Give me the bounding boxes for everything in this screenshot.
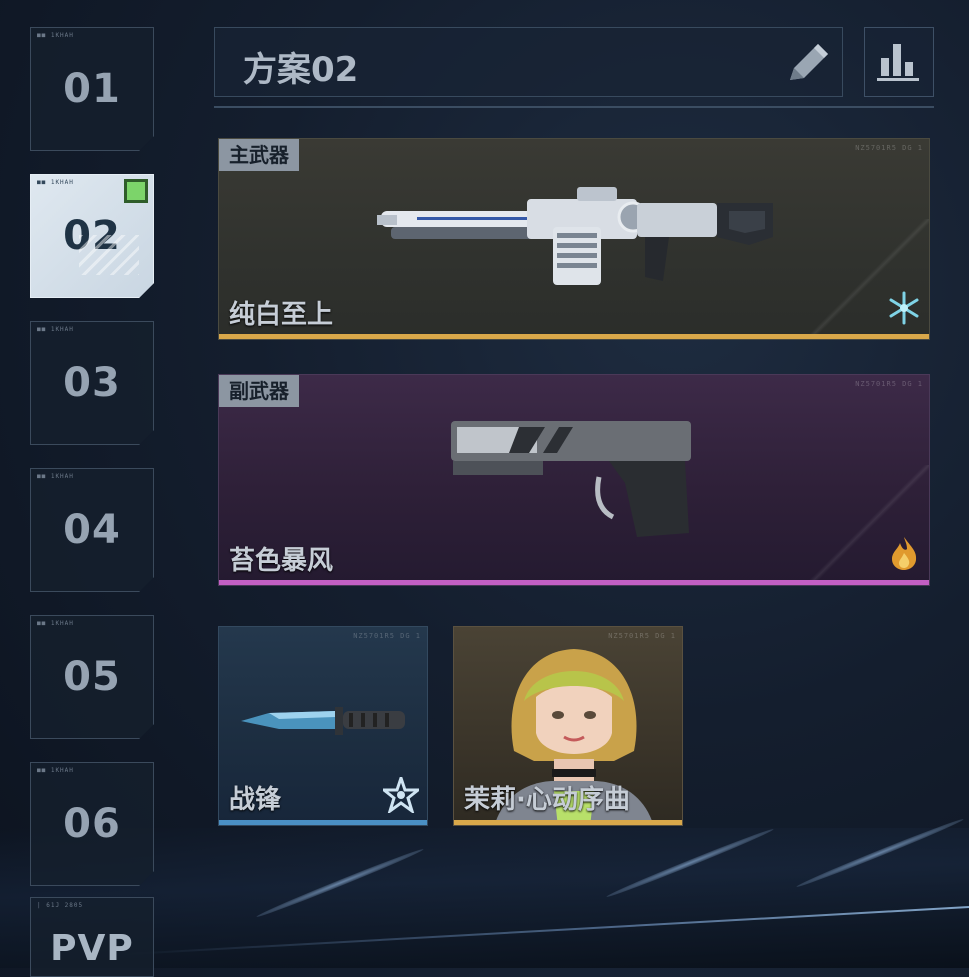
slot-number: PVP (50, 928, 134, 969)
pencil-icon[interactable] (784, 40, 832, 86)
melee-weapon-name: 战锋 (229, 785, 282, 815)
melee-weapon-card[interactable]: NZ5701R5 DG 1 战锋 (218, 626, 428, 826)
slot-number: 04 (63, 507, 121, 553)
secondary-weapon-tab: 副武器 (219, 375, 299, 407)
character-name: 茉莉·心动序曲 (464, 785, 630, 815)
stats-button[interactable] (864, 27, 934, 97)
card-decoration (809, 219, 929, 339)
primary-weapon-image (377, 187, 773, 285)
slot-number: 03 (63, 360, 121, 406)
loadout-name-field[interactable]: 方案02 (214, 27, 843, 97)
card-serial: NZ5701R5 DG 1 (608, 632, 676, 640)
slot-number: 05 (63, 654, 121, 700)
card-decoration (809, 465, 929, 585)
loadout-slot-pvp[interactable]: | 61J 2805 PVP (30, 897, 154, 977)
slot-number: 06 (63, 801, 121, 847)
slot-tag: ■■ 1KHAH (37, 32, 74, 39)
slot-tag: ■■ 1KHAH (37, 179, 74, 186)
bar-chart-icon (877, 44, 919, 81)
slot-tag: ■■ 1KHAH (37, 326, 74, 333)
loadout-slot-03[interactable]: ■■ 1KHAH 03 (30, 321, 154, 445)
secondary-weapon-card[interactable]: 副武器 NZ5701R5 DG 1 苔色暴风 (218, 374, 930, 586)
selected-indicator-icon (124, 179, 148, 203)
melee-weapon-image (241, 707, 405, 735)
card-serial: NZ5701R5 DG 1 (855, 144, 923, 152)
secondary-weapon-image (451, 421, 691, 537)
primary-weapon-tab: 主武器 (219, 139, 299, 171)
slot-tag: | 61J 2805 (37, 902, 84, 909)
primary-weapon-name: 纯白至上 (229, 300, 334, 330)
loadout-slot-04[interactable]: ■■ 1KHAH 04 (30, 468, 154, 592)
rarity-bar (219, 820, 427, 825)
loadout-name: 方案02 (243, 50, 359, 90)
loadout-slot-01[interactable]: ■■ 1KHAH 01 (30, 27, 154, 151)
primary-weapon-card[interactable]: 主武器 NZ5701R5 DG 1 纯白至上 (218, 138, 930, 340)
slot-tag: ■■ 1KHAH (37, 767, 74, 774)
loadout-slot-05[interactable]: ■■ 1KHAH 05 (30, 615, 154, 739)
star-burst-icon (383, 777, 419, 813)
character-card[interactable]: NZ5701R5 DG 1 茉莉·心动序曲 (453, 626, 683, 826)
rarity-bar (219, 580, 929, 585)
loadout-slot-06[interactable]: ■■ 1KHAH 06 (30, 762, 154, 886)
slot-tag: ■■ 1KHAH (37, 620, 74, 627)
slot-number: 01 (63, 66, 121, 112)
card-serial: NZ5701R5 DG 1 (855, 380, 923, 388)
rarity-bar (454, 820, 682, 825)
rarity-bar (219, 334, 929, 339)
secondary-weapon-name: 苔色暴风 (229, 546, 334, 576)
slot-tag: ■■ 1KHAH (37, 473, 74, 480)
card-serial: NZ5701R5 DG 1 (353, 632, 421, 640)
loadout-slot-02[interactable]: ■■ 1KHAH 02 (30, 174, 154, 298)
slot-number: 02 (63, 213, 121, 259)
header-divider (214, 106, 934, 108)
